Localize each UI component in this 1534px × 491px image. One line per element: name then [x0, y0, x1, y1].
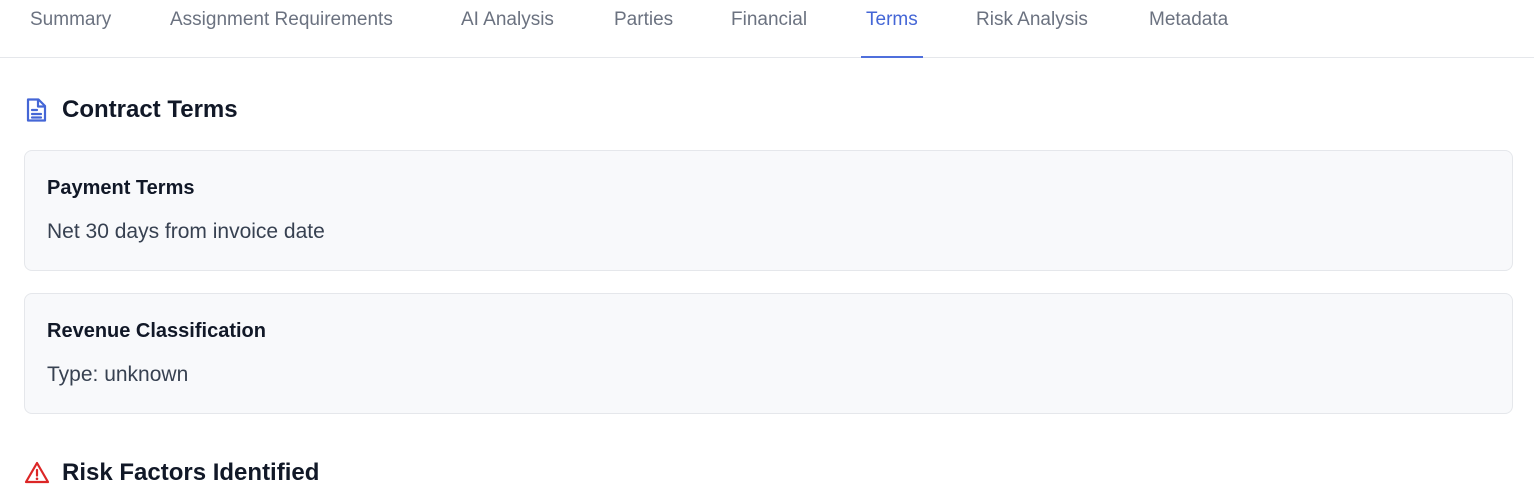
risk-factors-header: Risk Factors Identified — [24, 458, 319, 488]
tab-ai-analysis[interactable]: AI Analysis — [461, 0, 554, 58]
tab-metadata[interactable]: Metadata — [1149, 0, 1228, 58]
tab-terms[interactable]: Terms — [861, 0, 923, 58]
payment-terms-card: Payment Terms Net 30 days from invoice d… — [24, 150, 1513, 271]
tab-financial[interactable]: Financial — [731, 0, 807, 58]
card-title: Payment Terms — [47, 177, 195, 199]
revenue-classification-card: Revenue Classification Type: unknown — [24, 293, 1513, 414]
section-title: Risk Factors Identified — [62, 459, 320, 486]
card-value: Type: unknown — [47, 363, 189, 386]
card-title: Revenue Classification — [47, 320, 266, 342]
tab-assignment-requirements[interactable]: Assignment Requirements — [170, 0, 393, 58]
warning-icon — [24, 460, 50, 486]
tab-risk-analysis[interactable]: Risk Analysis — [976, 0, 1088, 58]
contract-terms-header: Contract Terms — [24, 95, 238, 125]
tab-bar: Summary Assignment Requirements AI Analy… — [0, 0, 1534, 58]
document-icon — [24, 97, 48, 123]
tab-summary[interactable]: Summary — [30, 0, 111, 58]
card-value: Net 30 days from invoice date — [47, 220, 325, 243]
tab-parties[interactable]: Parties — [614, 0, 673, 58]
section-title: Contract Terms — [62, 96, 238, 123]
